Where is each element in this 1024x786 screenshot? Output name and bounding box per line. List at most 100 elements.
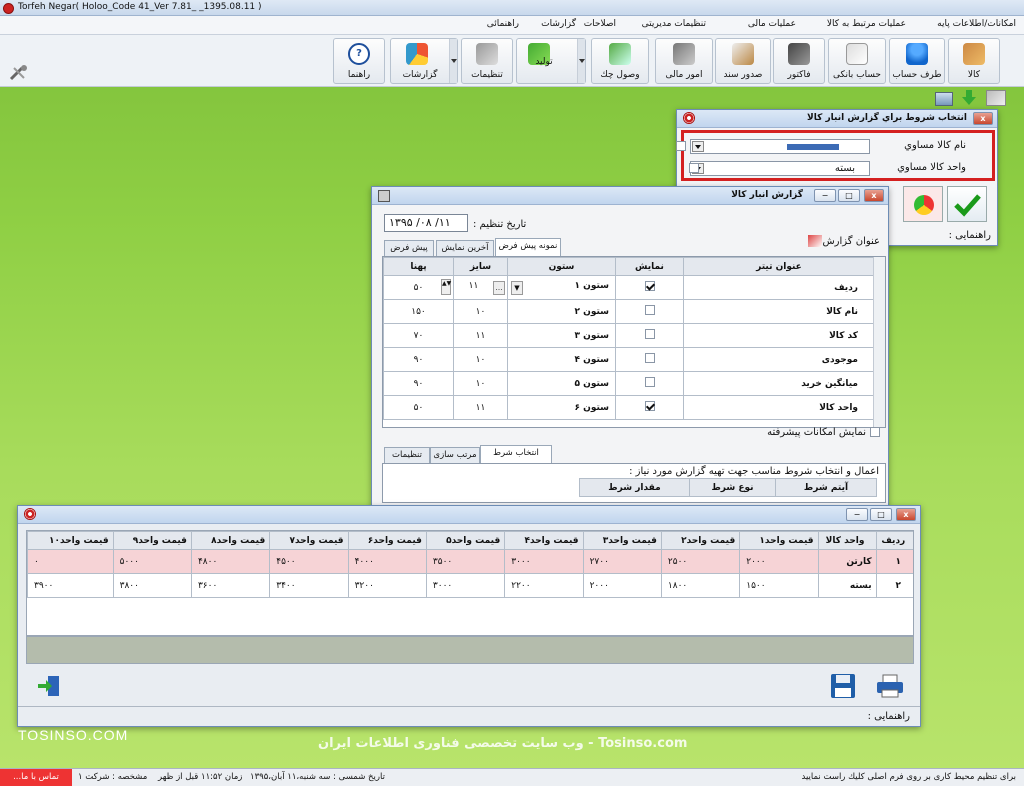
menu-reports[interactable]: گزارشات	[541, 19, 576, 29]
report-title-icon[interactable]	[808, 235, 822, 247]
menu-corrections[interactable]: اصلاحات	[584, 19, 616, 29]
print-icon[interactable]	[876, 673, 904, 699]
show-cell[interactable]	[615, 347, 684, 372]
box-stack-icon[interactable]	[986, 90, 1006, 106]
date-field[interactable]: ۱۳۹۵ /۰۸ /۱۱	[384, 214, 468, 232]
goods-name-checkbox[interactable]	[676, 141, 686, 151]
settings-button[interactable]: تنظیمات	[461, 38, 513, 84]
minimize-button[interactable]: −	[846, 508, 868, 521]
close-button[interactable]: x	[896, 508, 916, 521]
width-cell[interactable]: ۵۰ ▲▼	[383, 275, 454, 300]
confirm-button[interactable]	[947, 186, 987, 222]
column-row[interactable]: ۹۰ ۱۰ ستون ۵ میانگین خرید	[383, 371, 875, 396]
column-cell[interactable]: ستون ۳	[507, 323, 616, 348]
save-icon[interactable]	[830, 673, 856, 699]
column-cell[interactable]: ستون ۴	[507, 347, 616, 372]
column-row[interactable]: ۷۰ ۱۱ ستون ۳ كد كالا	[383, 323, 875, 348]
column-cell[interactable]: ستون ۵	[507, 371, 616, 396]
size-cell[interactable]: ۱۰	[453, 347, 508, 372]
production-dropdown-icon[interactable]	[577, 39, 585, 83]
minimize-button[interactable]: −	[814, 189, 836, 202]
menu-base-info[interactable]: امکانات/اطلاعات پایه	[937, 19, 1016, 29]
invoice-button[interactable]: فاکتور	[773, 38, 825, 84]
column-row[interactable]: ۵۰ ۱۱ ستون ۶ واحد كالا	[383, 395, 875, 420]
column-row[interactable]: ۵۰ ▲▼… ۱۱ ▼ ستون ۱ ردیف	[383, 275, 875, 300]
goods-name-select[interactable]	[690, 139, 870, 154]
width-cell[interactable]: ۱۵۰	[383, 299, 454, 324]
check-collection-button[interactable]: وصول چك	[591, 38, 649, 84]
show-checkbox[interactable]	[644, 329, 655, 339]
menu-financial-ops[interactable]: عملیات مالی	[748, 19, 796, 29]
dropdown-arrow-icon[interactable]	[692, 141, 704, 152]
window-icon[interactable]	[935, 92, 953, 106]
width-cell[interactable]: ۵۰	[383, 395, 454, 420]
show-cell[interactable]	[615, 299, 684, 324]
production-button[interactable]: تولید	[516, 38, 586, 84]
result-header: قیمت واحد۸	[190, 531, 271, 550]
menu-admin-settings[interactable]: تنظیمات مدیریتی	[642, 19, 706, 29]
ellipsis-button[interactable]: …	[493, 280, 505, 295]
close-button[interactable]: x	[864, 189, 884, 202]
show-checkbox[interactable]	[644, 377, 655, 387]
size-cell[interactable]: … ۱۱	[453, 275, 508, 300]
reports-label: گزارشات	[402, 70, 438, 80]
title-cell: ردیف	[683, 275, 875, 300]
tab-default-sample[interactable]: نمونه پیش فرض	[495, 238, 561, 256]
goods-unit-checkbox[interactable]	[689, 163, 700, 173]
show-checkbox[interactable]	[644, 305, 655, 315]
show-cell[interactable]	[615, 371, 684, 396]
tools-icon[interactable]	[8, 65, 30, 81]
maximize-button[interactable]: □	[870, 508, 892, 521]
download-arrow-icon[interactable]	[960, 90, 978, 106]
show-cell[interactable]	[615, 323, 684, 348]
issue-document-button[interactable]: صدور سند	[715, 38, 771, 84]
exit-icon[interactable]	[36, 674, 62, 698]
report-chart-button[interactable]	[903, 186, 943, 222]
bank-account-button[interactable]: حساب بانکی	[828, 38, 886, 84]
tab-last-display[interactable]: آخرین نمایش	[436, 240, 494, 256]
result-cell: بسته	[817, 573, 877, 598]
goods-unit-equals-label: واحد كالا مساوي	[897, 162, 966, 173]
party-account-button[interactable]: طرف حساب	[889, 38, 945, 84]
column-cell[interactable]: ▼ ستون ۱	[507, 275, 616, 300]
spinner-icon[interactable]: ▲▼	[441, 279, 451, 295]
width-cell[interactable]: ۷۰	[383, 323, 454, 348]
width-cell[interactable]: ۹۰	[383, 347, 454, 372]
show-cell[interactable]	[615, 275, 684, 300]
size-cell[interactable]: ۱۰	[453, 299, 508, 324]
goods-button[interactable]: کالا	[948, 38, 1000, 84]
tab-select-condition[interactable]: انتخاب شرط	[480, 445, 552, 463]
column-cell[interactable]: ستون ۲	[507, 299, 616, 324]
menu-help[interactable]: راهنمائی	[487, 19, 519, 29]
show-checkbox[interactable]	[644, 281, 655, 291]
menu-goods-ops[interactable]: عملیات مرتبط به کالا	[827, 19, 906, 29]
result-header: قیمت واحد۳	[582, 531, 662, 550]
size-cell[interactable]: ۱۱	[453, 323, 508, 348]
close-button[interactable]: x	[973, 112, 993, 125]
tab-settings[interactable]: تنظیمات	[384, 447, 430, 463]
grid-scrollbar[interactable]	[873, 257, 885, 427]
show-checkbox[interactable]	[644, 353, 655, 363]
width-cell[interactable]: ۹۰	[383, 371, 454, 396]
size-cell[interactable]: ۱۱	[453, 395, 508, 420]
dropdown-arrow-icon[interactable]: ▼	[511, 280, 523, 295]
show-cell[interactable]	[615, 395, 684, 420]
help-button[interactable]: ? راهنما	[333, 38, 385, 84]
tab-sorting[interactable]: مرتب سازی	[430, 447, 480, 463]
check-collection-label: وصول چك	[600, 70, 640, 80]
contact-us-button[interactable]: تماس با ما...	[0, 769, 72, 786]
result-row[interactable]: ۰ ۵۰۰۰ ۴۸۰۰ ۴۵۰۰ ۴۰۰۰ ۳۵۰۰ ۳۰۰۰ ۲۷۰۰ ۲۵۰۰ ۲۰۰۰ كار…	[27, 549, 913, 574]
financial-affairs-button[interactable]: امور مالی	[655, 38, 713, 84]
advanced-checkbox[interactable]	[870, 427, 880, 437]
result-row[interactable]: ۳۹۰۰ ۳۸۰۰ ۳۶۰۰ ۳۴۰۰ ۳۲۰۰ ۳۰۰۰ ۲۲۰۰ ۲۰۰۰ ۱۸۰۰ ۱۵۰۰…	[27, 573, 913, 598]
column-row[interactable]: ۹۰ ۱۰ ستون ۴ موجودی	[383, 347, 875, 372]
column-cell[interactable]: ستون ۶	[507, 395, 616, 420]
reports-button[interactable]: گزارشات	[390, 38, 458, 84]
size-cell[interactable]: ۱۰	[453, 371, 508, 396]
maximize-button[interactable]: □	[838, 189, 860, 202]
reports-dropdown-icon[interactable]	[449, 39, 457, 83]
column-row[interactable]: ۱۵۰ ۱۰ ستون ۲ نام كالا	[383, 299, 875, 324]
show-checkbox[interactable]	[644, 401, 655, 411]
tab-default[interactable]: پیش فرض	[384, 240, 434, 256]
goods-unit-select[interactable]: بسته	[690, 161, 870, 176]
